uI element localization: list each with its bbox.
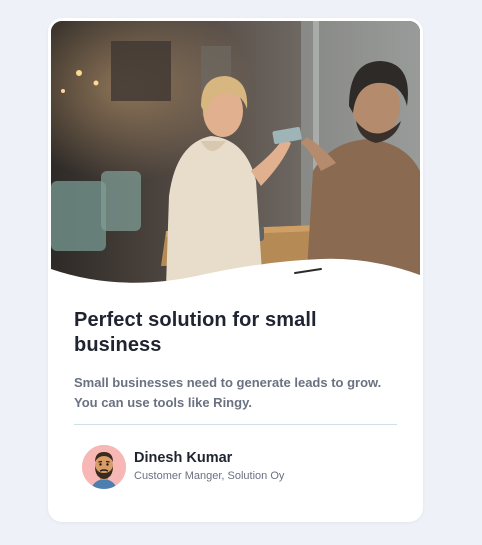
author-role: Customer Manger, Solution Oy <box>134 470 285 482</box>
blog-card[interactable]: Perfect solution for small business Smal… <box>48 18 423 522</box>
cover-photo <box>51 21 420 287</box>
card-description: Small businesses need to generate leads … <box>74 375 382 410</box>
bearded-man-avatar-icon <box>82 445 126 489</box>
card-title[interactable]: Perfect solution for small business <box>74 308 374 358</box>
divider <box>74 424 397 425</box>
author-name[interactable]: Dinesh Kumar <box>134 450 232 466</box>
